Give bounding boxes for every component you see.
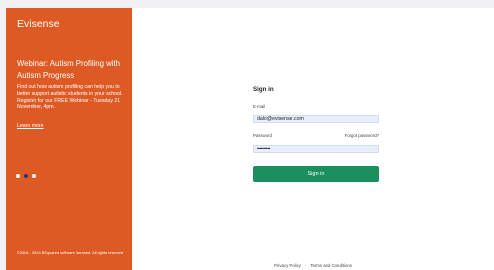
signin-button[interactable]: Sign in [253,166,379,182]
footer-separator: · [304,263,307,268]
signin-panel: Sign in E-mail dalo@evisense.com Passwor… [132,8,494,270]
email-label: E-mail [253,104,266,109]
webinar-title: Webinar: Autism Profiling with Autism Pr… [17,59,120,80]
webinar-description: Find out how autism profiling can help y… [17,84,123,111]
email-field[interactable]: dalo@evisense.com [253,115,379,123]
carousel-dot-2[interactable] [24,174,28,178]
footer-links: Privacy Policy · Terms and Conditions [132,263,494,268]
privacy-policy-link[interactable]: Privacy Policy [274,263,301,268]
brand-logo: Evisense [17,18,60,30]
forgot-password-link[interactable]: Forgot password? [337,133,379,138]
password-label: Password [253,133,272,138]
promo-sidebar: Evisense Webinar: Autism Profiling with … [6,8,132,270]
top-strip [0,0,494,8]
password-field[interactable]: •••••••••• [253,145,379,153]
learn-more-link[interactable]: Learn more [17,123,44,129]
carousel-dot-1[interactable] [16,174,20,178]
carousel-dot-3[interactable] [32,174,36,178]
page: Evisense Webinar: Autism Profiling with … [0,0,494,270]
signin-heading: Sign in [253,86,274,93]
terms-link[interactable]: Terms and Conditions [310,263,352,268]
copyright-text: ©2004 - 2024 BSquared software licensed.… [17,250,124,255]
